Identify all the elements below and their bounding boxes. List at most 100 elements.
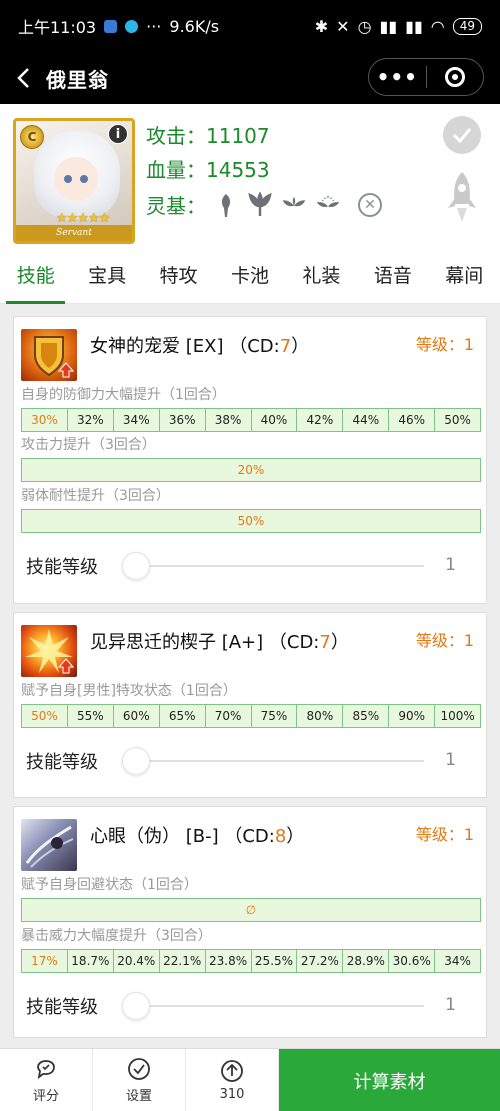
- skill-3-level: 等级：1: [415, 825, 474, 844]
- skill-2-slider-thumb[interactable]: [122, 747, 150, 775]
- check-circle-icon: [127, 1057, 151, 1081]
- arrow-up-circle-icon: [220, 1059, 244, 1083]
- ascension-row: 灵基： ✕: [146, 190, 382, 219]
- ascension-label: 灵基：: [146, 194, 206, 218]
- value-cell: 34%: [114, 409, 160, 431]
- skill-3-name: 心眼（伪） [B-] （CD:8）: [90, 826, 305, 847]
- skill-2-level-value: 1: [445, 750, 456, 770]
- value-cell: 34%: [444, 954, 471, 968]
- value-cell: 32%: [68, 409, 114, 431]
- skill-3-level-slider[interactable]: [134, 1005, 424, 1007]
- value-cell: 20%: [237, 463, 265, 477]
- signal-icon-2: ▮▮: [405, 16, 423, 36]
- info-icon[interactable]: i: [108, 124, 128, 144]
- check-icon: [452, 128, 472, 143]
- rate-label: 评分: [32, 1088, 59, 1104]
- reset-ascension-icon[interactable]: ✕: [358, 192, 382, 217]
- value-cell: 46%: [389, 409, 436, 431]
- more-button[interactable]: •••: [369, 59, 426, 95]
- skill-1-name: 女神的宠爱 [EX] （CD:7）: [90, 336, 310, 357]
- value-cell: 27.2%: [297, 950, 344, 972]
- value-cell: 18.7%: [68, 950, 114, 972]
- value-cell: 30.6%: [389, 950, 436, 972]
- value-cell: 60%: [114, 705, 160, 727]
- rocket-button[interactable]: [443, 168, 481, 228]
- hp-value: 14553: [206, 158, 270, 182]
- alarm-icon: ◷: [357, 16, 372, 36]
- skill-2-level-slider[interactable]: [134, 760, 424, 762]
- target-icon: [444, 67, 465, 87]
- skill-3-effect-1-label: 赋予自身回避状态（1回合）: [21, 877, 198, 893]
- value-cell: 20.4%: [114, 950, 160, 972]
- skill-2-level: 等级：1: [415, 631, 474, 650]
- value-cell: ∅: [245, 903, 257, 917]
- attack-value: 11107: [206, 124, 270, 148]
- ascension-stage-4-icon[interactable]: [316, 191, 340, 219]
- value-cell: 80%: [297, 705, 344, 727]
- value-cell: 100%: [440, 709, 475, 723]
- skill-1-level-slider[interactable]: [134, 565, 424, 567]
- settings-label: 设置: [125, 1088, 152, 1104]
- mini-program-capsule: •••: [368, 58, 484, 96]
- skill-3-slider-thumb[interactable]: [122, 992, 150, 1020]
- detail-tabs: 技能 宝具 特攻 卡池 礼装 语音 幕间: [0, 250, 500, 304]
- bluetooth-icon: ✱: [314, 16, 329, 36]
- value-cell: 75%: [252, 705, 298, 727]
- skill-1-slider-thumb[interactable]: [122, 552, 150, 580]
- tab-special-attack[interactable]: 特攻: [143, 250, 214, 303]
- tab-skills[interactable]: 技能: [0, 250, 71, 304]
- skill-1-effect-2-values: 20%: [21, 458, 481, 482]
- skill-2-cd: 7: [319, 632, 331, 653]
- value-cell: 38%: [206, 409, 252, 431]
- ascension-stage-1-icon[interactable]: [214, 191, 238, 219]
- tab-noble-phantasm[interactable]: 宝具: [71, 250, 142, 303]
- close-miniprogram-button[interactable]: [427, 59, 484, 95]
- rocket-icon: [448, 172, 476, 222]
- value-cell: 90%: [389, 705, 436, 727]
- app-notification-icon-2: [125, 19, 139, 33]
- rate-button[interactable]: 评分: [0, 1049, 93, 1111]
- bottom-bar: 评分 设置 310 计算素材: [0, 1048, 500, 1111]
- wifi-icon: ◠: [430, 16, 445, 36]
- tab-gacha[interactable]: 卡池: [214, 250, 285, 303]
- hp-stat: 血量：14553: [146, 158, 270, 182]
- ascension-stage-3-icon[interactable]: [282, 191, 306, 219]
- status-time: 上午11:03: [18, 18, 97, 37]
- tab-craft-essence[interactable]: 礼装: [286, 250, 357, 303]
- status-bar: 上午11:03 ··· 9.6K/s ✱ ✕ ◷ ▮▮ ▮▮ ◠ 49: [0, 0, 500, 52]
- skill-1-level-label: 技能等级: [26, 557, 98, 578]
- tab-interlude[interactable]: 幕间: [429, 250, 500, 303]
- skill-1-effect-1-label: 自身的防御力大幅提升（1回合）: [21, 387, 226, 403]
- skill-3-effect-1-values: ∅: [21, 898, 481, 922]
- upvote-button[interactable]: 310: [186, 1049, 279, 1111]
- rating-icon: [34, 1057, 58, 1081]
- value-cell: 36%: [160, 409, 206, 431]
- mute-icon: ✕: [336, 16, 350, 36]
- skill-2-name: 见异思迁的楔子 [A+] （CD:7）: [90, 632, 349, 653]
- tab-voice[interactable]: 语音: [357, 250, 428, 303]
- value-cell: 55%: [68, 705, 114, 727]
- value-cell: 30%: [22, 409, 68, 431]
- value-cell: 44%: [343, 409, 390, 431]
- value-cell: 85%: [343, 705, 390, 727]
- skill-2-level-label: 技能等级: [26, 752, 98, 773]
- ascension-stage-2-icon[interactable]: [248, 191, 272, 219]
- skill-3-effect-2-label: 暴击威力大幅度提升（3回合）: [21, 928, 212, 944]
- servant-portrait[interactable]: C i ★★★★★ Servant: [13, 118, 135, 244]
- check-button[interactable]: [443, 116, 481, 154]
- skill-2-icon: [21, 625, 77, 677]
- value-cell: 50%: [444, 413, 471, 427]
- value-cell: 50%: [237, 514, 265, 528]
- value-cell: 25.5%: [252, 950, 298, 972]
- value-cell: 50%: [22, 705, 68, 727]
- back-icon[interactable]: [0, 52, 46, 104]
- calculate-materials-button[interactable]: 计算素材: [279, 1049, 500, 1111]
- skill-2-effect-1-values: 50% 55% 60% 65% 70% 75% 80% 85% 90% 100%: [21, 704, 481, 728]
- settings-button[interactable]: 设置: [93, 1049, 186, 1111]
- rarity-stars: ★★★★★: [56, 211, 110, 226]
- value-cell: 70%: [206, 705, 252, 727]
- battery-icon: 49: [452, 17, 482, 35]
- skill-1-cd: 7: [279, 336, 292, 357]
- skill-3-level-label: 技能等级: [26, 997, 98, 1018]
- nav-bar: 俄里翁 •••: [0, 52, 500, 104]
